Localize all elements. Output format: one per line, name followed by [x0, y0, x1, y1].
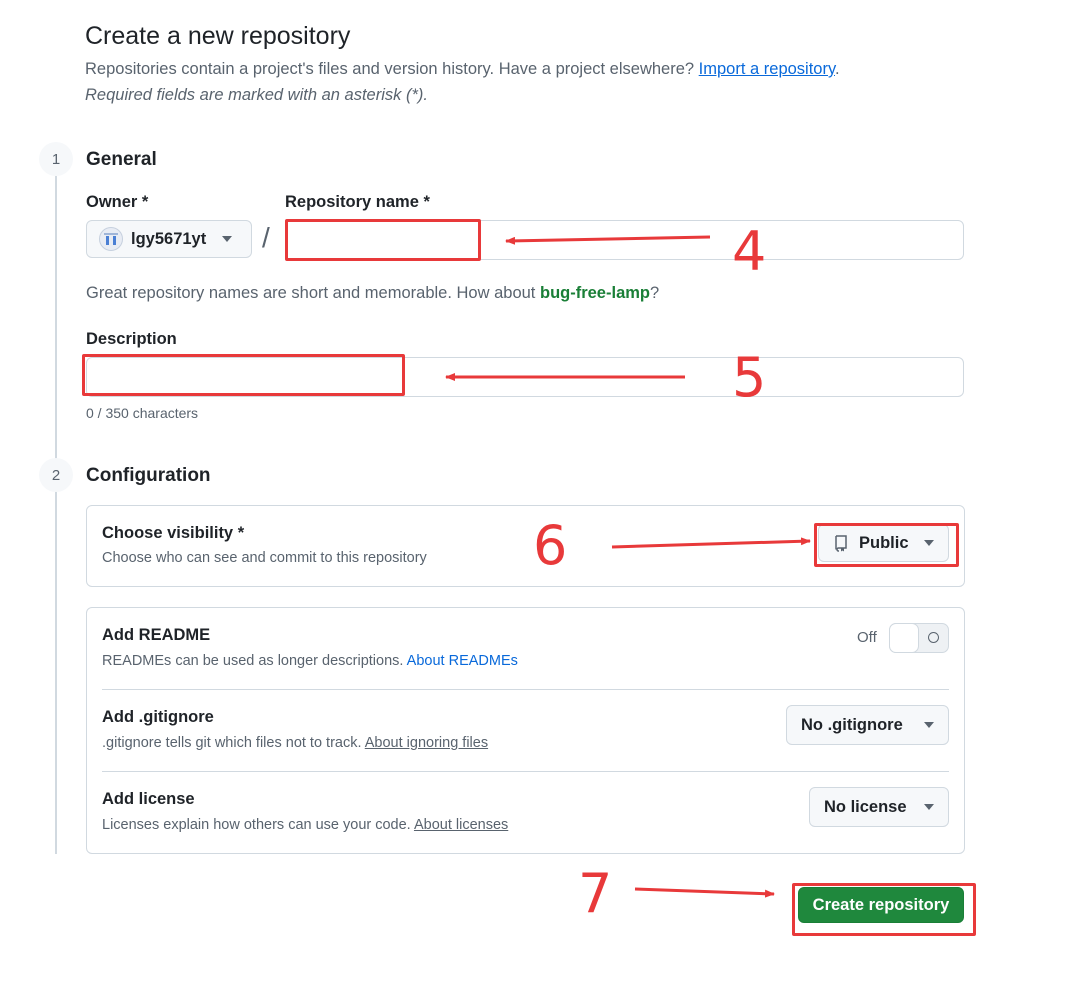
arrow-4 — [505, 235, 711, 245]
arrow-7 — [634, 887, 775, 898]
annotation-arrows — [445, 235, 811, 898]
annotation-number: 4 — [732, 220, 767, 283]
highlight-box-create — [792, 883, 976, 936]
annotation-number: 5 — [732, 346, 767, 409]
highlight-box-description — [82, 354, 405, 396]
highlight-box-visibility — [814, 523, 959, 567]
annotation-number: 6 — [533, 514, 568, 577]
annotation-number: 7 — [578, 862, 613, 925]
highlight-box-repo-name — [285, 219, 481, 261]
arrow-6 — [611, 537, 811, 549]
